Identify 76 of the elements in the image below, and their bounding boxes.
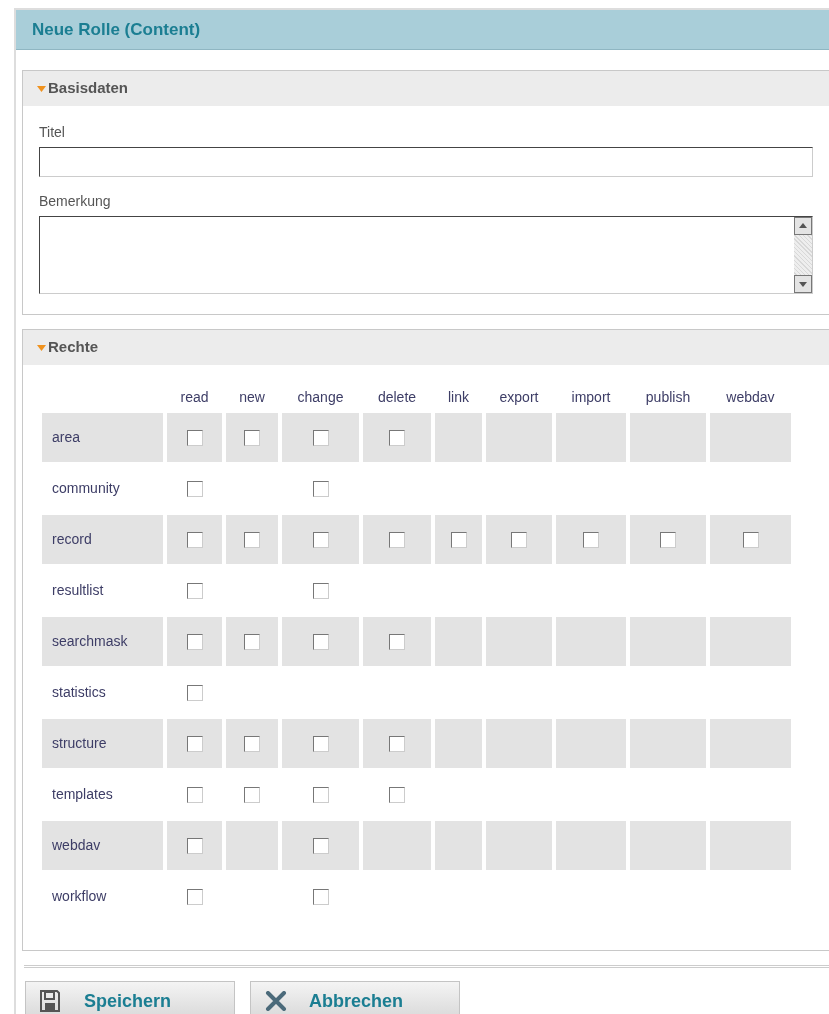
checkbox[interactable] — [186, 531, 203, 548]
row-label: searchmask — [42, 617, 163, 666]
field-label: Titel — [39, 123, 66, 142]
table-cell — [435, 413, 482, 462]
table-cell — [226, 821, 278, 870]
scroll-up-icon[interactable] — [794, 217, 812, 235]
table-cell — [486, 617, 552, 666]
column-header: export — [498, 388, 540, 407]
column-header: import — [570, 388, 612, 407]
checkbox[interactable] — [186, 633, 203, 650]
checkbox[interactable] — [389, 531, 405, 548]
caret-icon — [37, 344, 46, 351]
table-cell — [486, 821, 552, 870]
row-label: webdav — [42, 821, 163, 870]
checkbox[interactable] — [389, 735, 405, 752]
table-cell — [556, 617, 626, 666]
row-label: area — [42, 413, 163, 462]
checkbox[interactable] — [511, 531, 527, 548]
table-cell — [556, 413, 626, 462]
save-button[interactable]: Speichern — [25, 981, 235, 1014]
column-header: publish — [644, 388, 692, 407]
checkbox[interactable] — [244, 633, 260, 650]
column-header: change — [296, 388, 345, 407]
checkbox[interactable] — [244, 735, 260, 752]
checkbox[interactable] — [186, 582, 203, 599]
table-cell — [486, 413, 552, 462]
checkbox[interactable] — [389, 633, 405, 650]
checkbox[interactable] — [312, 531, 329, 548]
checkbox[interactable] — [312, 480, 329, 497]
checkbox[interactable] — [186, 786, 203, 803]
checkbox[interactable] — [244, 786, 260, 803]
checkbox[interactable] — [186, 837, 203, 854]
section-header[interactable]: Basisdaten — [23, 71, 829, 106]
checkbox[interactable] — [660, 531, 676, 548]
checkbox[interactable] — [244, 531, 260, 548]
checkbox[interactable] — [186, 735, 203, 752]
checkbox[interactable] — [244, 429, 260, 446]
checkbox[interactable] — [186, 429, 203, 446]
field-label: Bemerkung — [39, 192, 112, 211]
checkbox[interactable] — [583, 531, 599, 548]
caret-icon — [37, 85, 46, 92]
table-cell — [556, 719, 626, 768]
column-header: read — [179, 388, 210, 407]
text-field[interactable] — [39, 147, 813, 177]
close-icon — [265, 991, 287, 1011]
table-cell — [435, 617, 482, 666]
checkbox[interactable] — [186, 684, 203, 701]
checkbox[interactable] — [312, 429, 329, 446]
column-header: new — [238, 388, 266, 407]
checkbox[interactable] — [389, 429, 405, 446]
column-header: webdav — [725, 388, 776, 407]
table-cell — [556, 821, 626, 870]
checkbox[interactable] — [312, 888, 329, 905]
column-header: link — [447, 388, 470, 407]
checkbox[interactable] — [389, 786, 405, 803]
checkbox[interactable] — [186, 888, 203, 905]
window-title: Neue Rolle (Content) — [16, 10, 829, 50]
column-header: delete — [376, 388, 418, 407]
checkbox[interactable] — [186, 480, 203, 497]
table-cell — [435, 821, 482, 870]
row-label: record — [42, 515, 163, 564]
cancel-button[interactable]: Abbrechen — [250, 981, 460, 1014]
scroll-down-icon[interactable] — [794, 275, 812, 293]
checkbox[interactable] — [312, 837, 329, 854]
checkbox[interactable] — [312, 735, 329, 752]
table-cell — [486, 719, 552, 768]
checkbox[interactable] — [450, 531, 467, 548]
section-header[interactable]: Rechte — [23, 330, 829, 365]
scrollbar[interactable] — [794, 217, 812, 293]
table-cell — [363, 821, 431, 870]
checkbox[interactable] — [312, 633, 329, 650]
row-label: structure — [42, 719, 163, 768]
checkbox[interactable] — [312, 582, 329, 599]
table-cell — [435, 719, 482, 768]
checkbox[interactable] — [312, 786, 329, 803]
checkbox[interactable] — [742, 531, 759, 548]
